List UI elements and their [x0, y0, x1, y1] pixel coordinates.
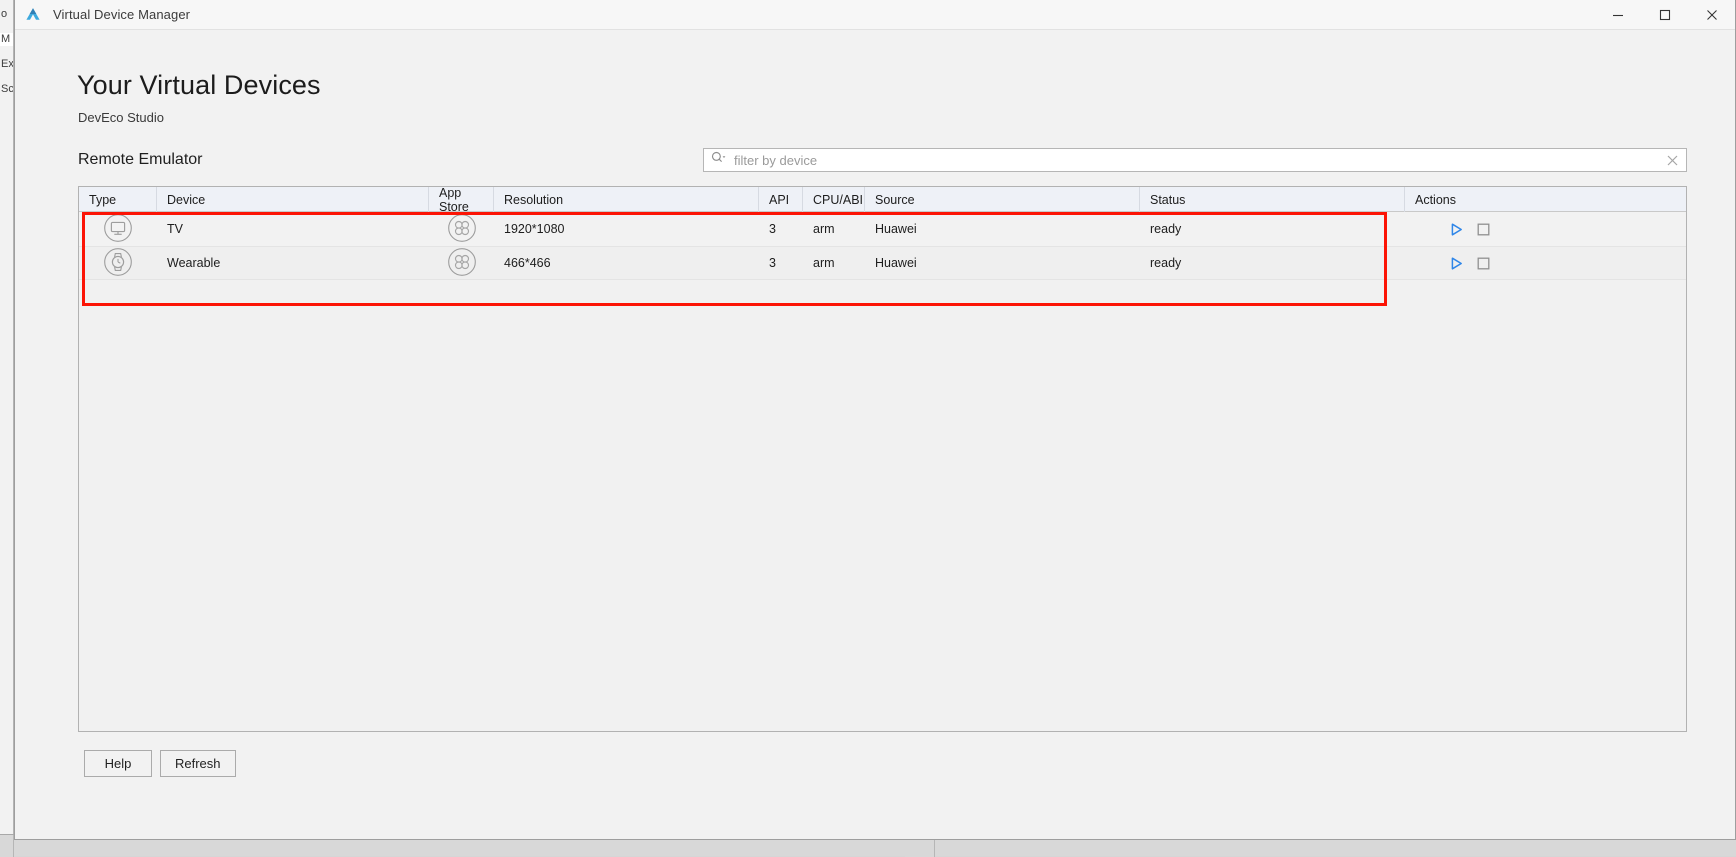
source-cell: Huawei	[865, 212, 1140, 246]
window-title: Virtual Device Manager	[53, 7, 190, 22]
app-store-flower-icon	[447, 213, 477, 246]
table-row[interactable]: Wearable 466*466	[79, 246, 1686, 280]
column-header-actions[interactable]: Actions	[1405, 187, 1686, 212]
app-store-cell	[429, 212, 494, 246]
app-store-cell	[429, 246, 494, 280]
devices-table-panel: Type Device App Store Resolution API CPU…	[78, 186, 1687, 732]
clear-x-icon[interactable]	[1667, 155, 1678, 166]
table-row[interactable]: TV 1920*1080 3	[79, 212, 1686, 246]
bg-fragment-1: M	[0, 33, 13, 46]
column-header-source[interactable]: Source	[865, 187, 1140, 212]
section-header-row: Remote Emulator	[78, 147, 1687, 173]
actions-cell	[1405, 212, 1686, 246]
dialog-body: Your Virtual Devices DevEco Studio Remot…	[15, 30, 1735, 839]
column-header-device[interactable]: Device	[157, 187, 429, 212]
actions-cell	[1405, 246, 1686, 280]
window-controls	[1594, 0, 1735, 30]
search-input[interactable]	[734, 153, 1667, 168]
bg-fragment-0: o	[0, 8, 13, 21]
bg-fragment-3: Sc	[0, 83, 13, 96]
column-header-cpu-abi[interactable]: CPU/ABI	[803, 187, 865, 212]
search-icon	[711, 151, 727, 170]
cpu-abi-cell: arm	[803, 246, 865, 280]
resolution-cell: 1920*1080	[494, 212, 759, 246]
table-body: TV 1920*1080 3	[79, 212, 1686, 731]
refresh-button[interactable]: Refresh	[160, 750, 236, 777]
column-header-app-store[interactable]: App Store	[429, 187, 494, 212]
status-cell: ready	[1140, 246, 1405, 280]
stop-square-icon[interactable]	[1476, 256, 1491, 271]
resolution-cell: 466*466	[494, 246, 759, 280]
page-title: Your Virtual Devices	[77, 70, 1711, 101]
column-header-resolution[interactable]: Resolution	[494, 187, 759, 212]
wearable-watch-icon	[103, 247, 133, 280]
api-cell: 3	[759, 212, 803, 246]
footer-buttons: Help Refresh	[84, 750, 1711, 777]
background-window-left-strip: o M Ex Sc	[0, 0, 14, 848]
source-cell: Huawei	[865, 246, 1140, 280]
close-button[interactable]	[1688, 0, 1735, 30]
api-cell: 3	[759, 246, 803, 280]
device-name-cell: TV	[157, 212, 429, 246]
cpu-abi-cell: arm	[803, 212, 865, 246]
virtual-device-manager-window: Virtual Device Manager Your Virtual Devi…	[14, 0, 1736, 840]
table-header-row: Type Device App Store Resolution API CPU…	[79, 187, 1686, 212]
tv-monitor-icon	[103, 213, 133, 246]
page-subtitle: DevEco Studio	[78, 110, 1711, 125]
minimize-button[interactable]	[1594, 0, 1641, 30]
device-type-cell	[79, 212, 157, 246]
app-store-flower-icon	[447, 247, 477, 280]
column-header-api[interactable]: API	[759, 187, 803, 212]
title-bar: Virtual Device Manager	[15, 0, 1735, 30]
maximize-button[interactable]	[1641, 0, 1688, 30]
bg-fragment-2: Ex	[0, 58, 13, 71]
play-run-icon[interactable]	[1449, 222, 1464, 237]
deveco-triangle-logo-icon	[23, 5, 43, 25]
column-header-status[interactable]: Status	[1140, 187, 1405, 212]
stop-square-icon[interactable]	[1476, 222, 1491, 237]
section-title: Remote Emulator	[78, 151, 203, 169]
status-cell: ready	[1140, 212, 1405, 246]
filter-search-box[interactable]	[703, 148, 1687, 172]
play-run-icon[interactable]	[1449, 256, 1464, 271]
device-type-cell	[79, 246, 157, 280]
column-header-type[interactable]: Type	[79, 187, 157, 212]
device-name-cell: Wearable	[157, 246, 429, 280]
help-button[interactable]: Help	[84, 750, 152, 777]
